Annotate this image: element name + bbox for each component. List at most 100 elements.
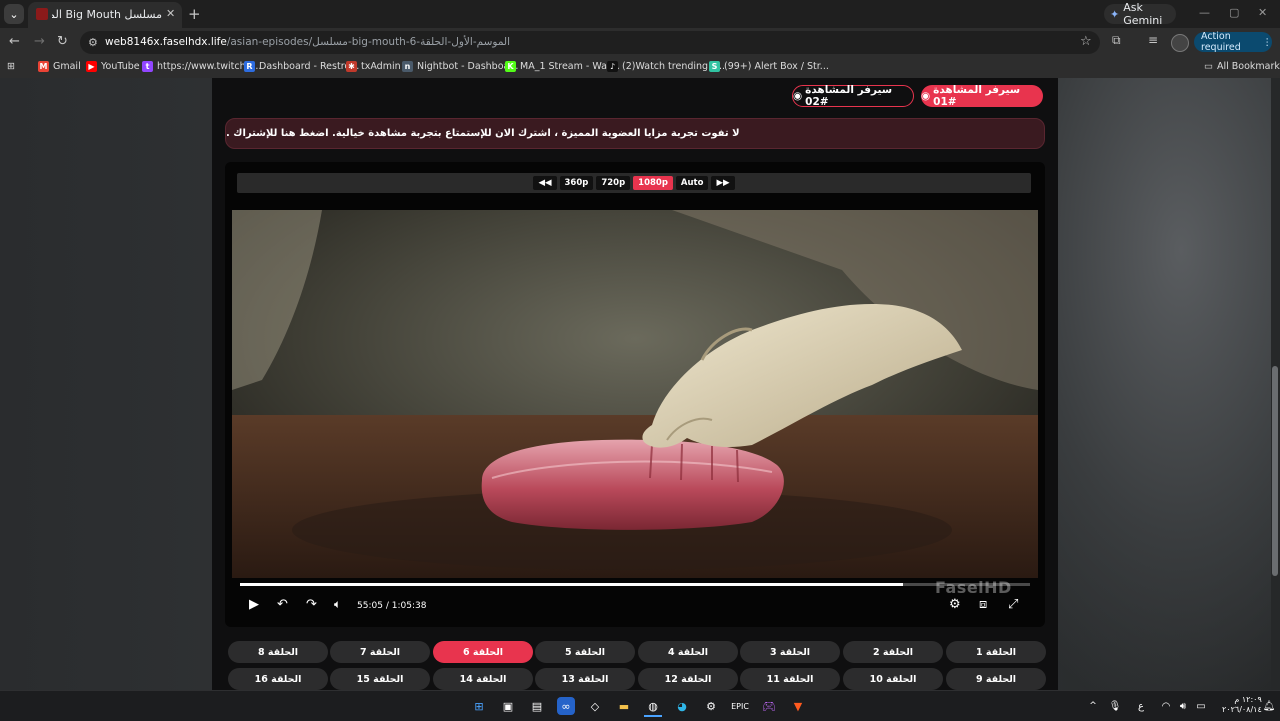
bookmark-star-icon[interactable]: ☆ [1080, 34, 1092, 49]
episode-button[interactable]: الحلقة 6 [433, 641, 533, 663]
episode-button[interactable]: الحلقة 16 [228, 668, 328, 690]
profile-avatar[interactable] [1171, 34, 1189, 52]
game-controller-icon[interactable]: 🎮︎ [760, 697, 778, 715]
ask-gemini-button[interactable]: ✦ Ask Gemini [1104, 1, 1176, 27]
youtube-icon: ▶ [86, 61, 97, 72]
brave-icon[interactable]: ▼ [789, 697, 807, 715]
clock-date: ٢٠٢٦/٠٨/١٤ [1222, 705, 1262, 714]
edge-icon[interactable]: ◕ [673, 697, 691, 715]
settings-gear-icon[interactable]: ⚙ [949, 597, 961, 612]
battery-icon[interactable]: ▭ [1192, 697, 1210, 715]
volume-icon[interactable]: 🔈︎ [334, 597, 341, 612]
quality-option-720p[interactable]: 720p [596, 176, 631, 190]
episode-button[interactable]: الحلقة 4 [638, 641, 738, 663]
close-window-button[interactable]: ✕ [1258, 6, 1267, 19]
bookmark-item[interactable]: K MA_1 Stream - Wat... [505, 61, 620, 72]
content-column: ◉ سيرفر المشاهدة #01 ◉ سيرفر المشاهدة #0… [212, 78, 1058, 690]
extensions-icon[interactable]: ⧉ [1112, 33, 1121, 48]
steam-icon[interactable]: ⚙ [702, 697, 720, 715]
reload-icon[interactable]: ↻ [57, 34, 68, 49]
page-scrollbar[interactable] [1271, 78, 1280, 690]
all-bookmarks-button[interactable]: ▭ All Bookmarks [1204, 61, 1280, 72]
file-explorer-icon[interactable]: ▬ [615, 697, 633, 715]
bookmark-item[interactable]: R Dashboard - Restre... [244, 61, 359, 72]
microphone-icon[interactable]: 🎙︎ [1106, 697, 1124, 715]
ask-gemini-label: Ask Gemini [1123, 1, 1163, 27]
server-2-button[interactable]: ◉ سيرفر المشاهدة #02 [792, 84, 914, 108]
quality-next-button[interactable]: ▶▶ [711, 176, 735, 190]
action-required-label: Action required [1201, 31, 1241, 53]
quality-option-360p[interactable]: 360p [559, 176, 594, 190]
episode-button[interactable]: الحلقة 3 [740, 641, 840, 663]
episode-button[interactable]: الحلقة 13 [535, 668, 635, 690]
episode-button[interactable]: الحلقة 14 [433, 668, 533, 690]
unity-icon[interactable]: ◇ [586, 697, 604, 715]
episode-button[interactable]: الحلقة 10 [843, 668, 943, 690]
wifi-icon[interactable]: ◠ [1157, 697, 1175, 715]
back-arrow-icon[interactable]: ← [9, 34, 20, 49]
txadmin-icon: ✱ [346, 61, 357, 72]
tab-close-icon[interactable]: ✕ [166, 7, 175, 20]
active-tab[interactable]: مسلسل Big Mouth الموسم الأول ✕ [28, 2, 182, 28]
subscription-promo-banner[interactable]: لا تفوت تجربة مزايا العضوية المميزة ، اش… [225, 118, 1045, 149]
scroll-thumb[interactable] [1272, 366, 1278, 576]
bookmark-item[interactable]: ♪ (2)Watch trending v... [607, 61, 725, 72]
episode-button[interactable]: الحلقة 7 [330, 641, 430, 663]
speaker-icon[interactable]: 🔊︎ [1174, 697, 1192, 715]
quality-option-auto[interactable]: Auto [675, 176, 709, 190]
url-text[interactable]: web8146x.faselhdx.life/asian-episodes/مس… [105, 36, 510, 48]
epic-games-icon[interactable]: EPIC [731, 697, 749, 715]
server-1-button[interactable]: ◉ سيرفر المشاهدة #01 [921, 84, 1043, 108]
chrome-icon[interactable]: ◍ [644, 697, 662, 717]
episode-button[interactable]: الحلقة 8 [228, 641, 328, 663]
forward-arrow-icon[interactable]: → [34, 34, 45, 49]
action-required-button[interactable]: Action required ⋮ [1194, 31, 1272, 53]
forward-icon[interactable]: ↷ [306, 597, 317, 612]
tab-search-icon[interactable]: ⌄ [4, 4, 24, 24]
play-circle-icon: ◉ [921, 90, 931, 102]
minimize-button[interactable]: — [1199, 6, 1210, 19]
episode-button[interactable]: الحلقة 15 [330, 668, 430, 690]
episode-button[interactable]: الحلقة 12 [638, 668, 738, 690]
visual-studio-icon[interactable]: ∞ [557, 697, 575, 715]
apps-grid-icon[interactable]: ⊞ [7, 61, 15, 72]
windows-taskbar: ⊞ ▣ ▤ ∞ ◇ ▬ ◍ ◕ ⚙ EPIC 🎮︎ ▼ ^ 🎙︎ ع ◠ 🔊︎ … [0, 690, 1280, 721]
tab-favicon-icon [36, 8, 48, 20]
episode-button[interactable]: الحلقة 5 [535, 641, 635, 663]
store-icon[interactable]: ▤ [528, 697, 546, 715]
bookmark-item[interactable]: n Nightbot - Dashboa... [402, 61, 518, 72]
bookmark-label: (99+) Alert Box / Str... [724, 61, 829, 72]
picture-in-picture-icon[interactable]: ⧈ [979, 597, 987, 612]
new-tab-button[interactable]: + [188, 5, 201, 23]
bookmark-label: YouTube [101, 61, 140, 72]
seek-bar[interactable] [240, 583, 1030, 586]
tray-chevron-icon[interactable]: ^ [1084, 697, 1102, 715]
quality-prev-button[interactable]: ◀◀ [533, 176, 557, 190]
rewind-icon[interactable]: ↶ [277, 597, 288, 612]
input-language[interactable]: ع [1132, 697, 1150, 715]
task-view-icon[interactable]: ▣ [499, 697, 517, 715]
url-path: /asian-episodes/مسلسل-big-mouth-6-الموسم… [226, 36, 511, 48]
bookmark-item[interactable]: ▶ YouTube [86, 61, 140, 72]
twitch-icon: t [142, 61, 153, 72]
maximize-button[interactable]: ▢ [1229, 6, 1239, 19]
start-menu-icon[interactable]: ⊞ [470, 697, 488, 715]
clock[interactable]: ١٢:٠٩ م ٢٠٢٦/٠٨/١٤ [1222, 695, 1262, 715]
episode-button[interactable]: الحلقة 11 [740, 668, 840, 690]
media-controls-icon[interactable]: ≡ [1148, 33, 1158, 47]
episode-button[interactable]: الحلقة 9 [946, 668, 1046, 690]
video-frame[interactable] [232, 210, 1038, 578]
play-icon[interactable]: ▶ [249, 597, 259, 612]
fullscreen-icon[interactable]: ⤢ [1008, 597, 1018, 612]
video-player[interactable]: ◀◀ 360p 720p 1080p Auto ▶▶ FaselHD ▶ ↶ ↷… [225, 162, 1045, 627]
bookmark-item[interactable]: ✱ txAdmin [346, 61, 401, 72]
episode-button[interactable]: الحلقة 1 [946, 641, 1046, 663]
address-bar[interactable]: ⚙ web8146x.faselhdx.life/asian-episodes/… [80, 31, 1100, 54]
notification-bell-icon[interactable]: 🔔︎ [1260, 697, 1278, 715]
seek-bar-fill [240, 583, 903, 586]
bookmark-item[interactable]: M Gmail [38, 61, 81, 72]
site-info-icon[interactable]: ⚙ [88, 36, 98, 49]
episode-button[interactable]: الحلقة 2 [843, 641, 943, 663]
bookmark-item[interactable]: S (99+) Alert Box / Str... [709, 61, 829, 72]
quality-option-1080p[interactable]: 1080p [633, 176, 673, 190]
